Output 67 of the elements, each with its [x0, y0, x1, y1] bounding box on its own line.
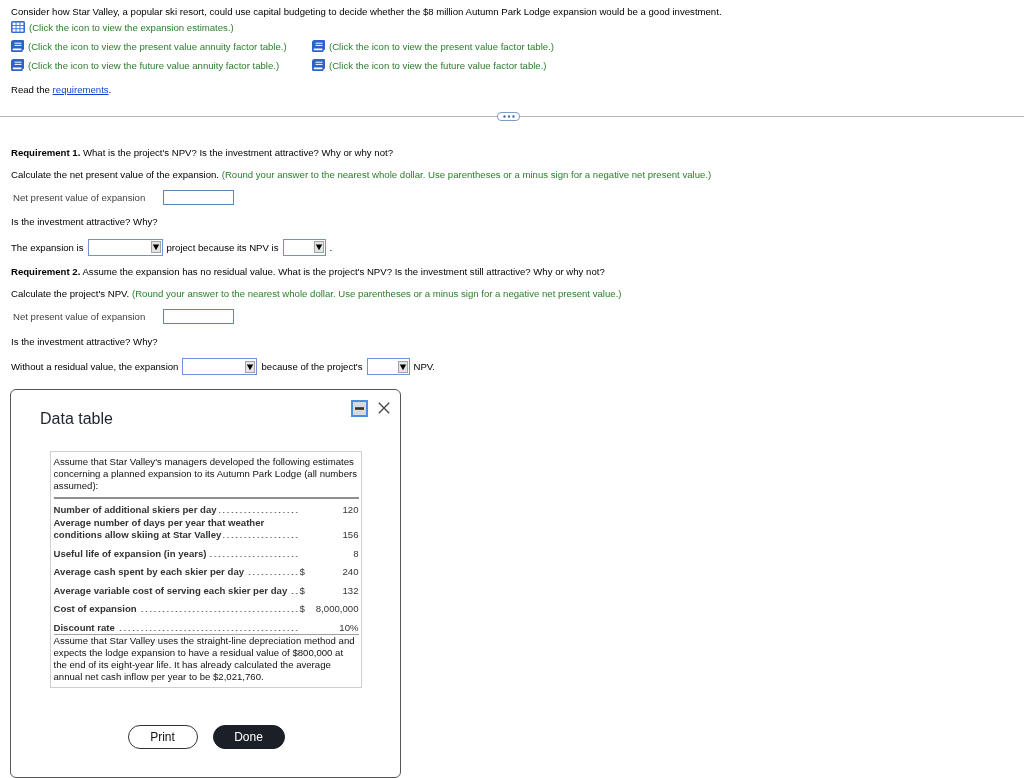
resource-link[interactable]: (Click the icon to view the present value factor table.): [312, 39, 555, 53]
answer-dropdown[interactable]: [282, 238, 326, 256]
resource-link[interactable]: (Click the icon to view the expansion estimates.): [11, 20, 234, 34]
field-label: Net present value of expansion: [13, 311, 146, 322]
close-icon: [377, 402, 390, 414]
caret-icon: [397, 360, 408, 373]
print-button[interactable]: Print: [127, 724, 198, 749]
caret-icon: [245, 360, 256, 373]
resource-link[interactable]: (Click the icon to view the future value annuity factor table.): [11, 58, 280, 72]
question-text: Is the investment attractive? Why?: [11, 216, 159, 227]
row-label: Average variable cost of serving each skier per day: [53, 584, 290, 597]
table-note-text: Assume that Star Valley uses the straight-line depreciation method and expects the lodge expansion to have a residual value of $800,000 at the end of its eight-year life. It has already calculated the average annual net cash inflow per year to be $2,021,760.: [53, 633, 359, 683]
book-icon: [11, 59, 24, 71]
question-text: Is the investment attractive? Why?: [11, 335, 159, 347]
row-label: Cost of expansion: [53, 603, 139, 615]
field-label: Net present value of expansion: [13, 191, 146, 203]
instruction-text: Calculate the project's NPV.: [11, 288, 130, 299]
sentence-text: project because its NPV is: [166, 241, 279, 253]
row-label: Useful life of expansion (in years): [53, 547, 209, 560]
row-value: 8,000,000: [315, 603, 359, 614]
book-icon: [312, 40, 325, 52]
done-button[interactable]: Done: [212, 724, 285, 749]
intro-text: Consider how Star Valley, a popular ski resort, could use capital budgeting to decide whether the $8 million Autumn Park Lodge expansion would be a good investment.: [11, 6, 723, 17]
requirement-question: Requirement 1. What is the project's NPV? Is the investment attractive? Why or why not?: [11, 146, 394, 158]
close-button[interactable]: [377, 402, 390, 414]
row-value: 156: [342, 529, 359, 540]
ellipsis-icon: [502, 114, 515, 118]
sentence-text: Without a residual value, the expansion: [11, 361, 179, 372]
npv-input[interactable]: [163, 189, 234, 205]
answer-dropdown[interactable]: [366, 358, 410, 375]
row-value: 10%: [339, 621, 359, 633]
row-label: Average cash spent by each skier per day: [53, 566, 247, 578]
currency-symbol: $: [299, 566, 305, 577]
answer-dropdown[interactable]: [87, 238, 163, 256]
requirement-question: Requirement 2. Assume the expansion has no residual value. What is the project's NPV? Is the investment still attractive? Why or why not?: [11, 266, 606, 277]
table-intro-text: Assume that Star Valley's managers developed the following estimates concerning a planned expansion to its Autumn Park Lodge (all numbers assumed):: [53, 456, 358, 492]
resource-link[interactable]: (Click the icon to view the present value annuity factor table.): [11, 39, 287, 53]
row-label: Average number of days per year that weather conditions allow skiing at Star Valley: [53, 517, 266, 541]
hint-text: (Round your answer to the nearest whole dollar. Use parentheses or a minus sign for a negative net present value.): [221, 168, 712, 180]
dialog-title: Data table: [40, 409, 113, 428]
minimize-button[interactable]: [350, 400, 368, 417]
book-icon: [312, 59, 325, 71]
currency-symbol: $: [299, 584, 305, 596]
npv-input[interactable]: [163, 309, 234, 324]
resource-link[interactable]: (Click the icon to view the future value factor table.): [312, 58, 547, 72]
instruction-text: Calculate the net present value of the expansion.: [11, 168, 219, 180]
sentence-text: .: [329, 241, 333, 253]
row-label: Discount rate: [53, 621, 117, 634]
caret-icon: [150, 241, 161, 253]
table-icon: [11, 21, 25, 33]
row-value: 240: [342, 566, 359, 577]
row-value: 120: [342, 504, 359, 515]
row-value: 8: [353, 547, 359, 559]
hint-text: (Round your answer to the nearest whole dollar. Use parentheses or a minus sign for a negative net present value.): [131, 288, 622, 299]
read-requirements-text: Read the requirements.: [11, 83, 113, 95]
book-icon: [11, 40, 24, 52]
currency-symbol: $: [299, 603, 305, 614]
sentence-text: because of the project's: [261, 361, 363, 372]
requirements-link[interactable]: requirements: [52, 83, 109, 95]
answer-dropdown[interactable]: [182, 358, 258, 375]
caret-icon: [313, 241, 324, 253]
minimize-icon: [350, 400, 368, 417]
sentence-text: NPV.: [413, 361, 435, 372]
row-value: 132: [342, 584, 359, 596]
sentence-text: The expansion is: [11, 241, 84, 253]
row-label: Number of additional skiers per day: [53, 504, 219, 516]
expand-button[interactable]: [497, 111, 520, 121]
